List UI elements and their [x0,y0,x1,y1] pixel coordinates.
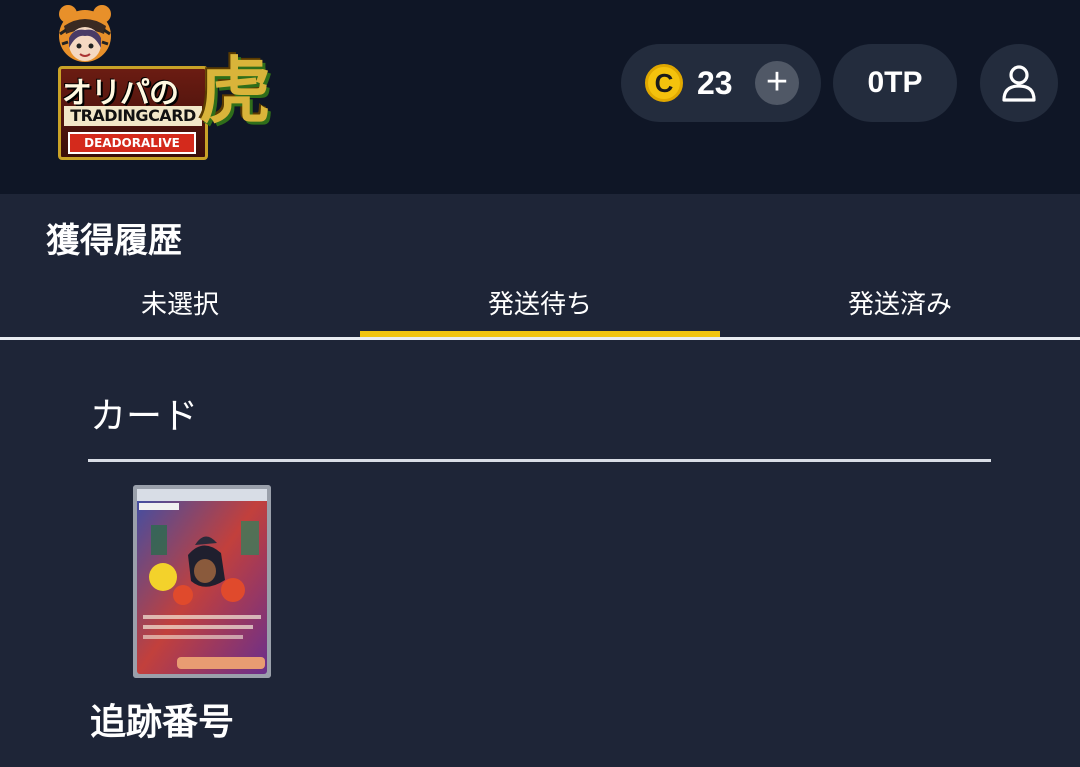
coin-icon: C [645,64,683,102]
add-coins-button[interactable]: + [755,61,799,105]
card-thumbnail[interactable] [133,485,271,678]
tabs-divider [0,337,1080,340]
section-heading-cards: カード [90,396,199,437]
tab-shipped[interactable]: 発送済み [720,278,1080,340]
tp-balance-value: 0TP [867,66,923,99]
mascot-icon [59,5,111,62]
site-logo[interactable]: オリパの TRADINGCARD DEADORALIVE 虎 [52,4,274,174]
section-divider [88,459,991,462]
coin-balance-value: 23 [697,65,733,101]
trading-card-image [133,485,271,678]
user-icon [1002,65,1036,102]
user-menu-button[interactable] [980,44,1058,122]
tab-unselected[interactable]: 未選択 [0,278,360,340]
tp-balance-pill[interactable]: 0TP [833,44,957,122]
logo-band: DEADORALIVE [68,132,196,154]
logo-kanji: 虎 [198,48,271,133]
top-header: オリパの TRADINGCARD DEADORALIVE 虎 C 23 + 0T… [0,0,1080,194]
logo-subtitle: TRADINGCARD [64,106,202,126]
page-title: 獲得履歴 [46,221,182,261]
coin-balance-pill[interactable]: C 23 + [621,44,821,122]
tracking-number-label: 追跡番号 [90,702,235,743]
